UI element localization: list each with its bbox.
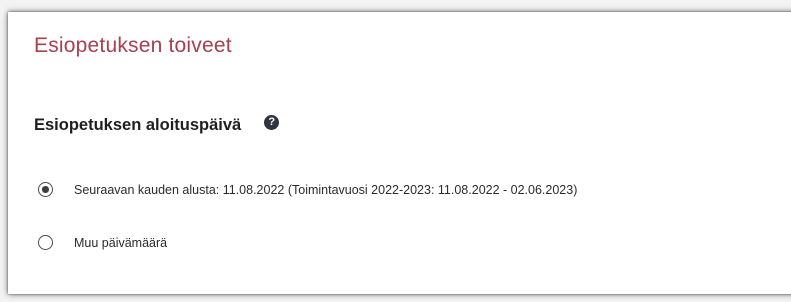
start-date-option-next-season[interactable]: Seuraavan kauden alusta: 11.08.2022 (Toi… [38,182,577,197]
start-date-heading: Esiopetuksen aloituspäivä [34,116,242,134]
option-label: Seuraavan kauden alusta: 11.08.2022 (Toi… [74,182,578,197]
start-date-heading-row: Esiopetuksen aloituspäivä ? [34,115,280,135]
section-title: Esiopetuksen toiveet [34,34,232,57]
help-icon[interactable]: ? [264,115,280,130]
radio-unchecked-icon[interactable] [38,235,53,250]
radio-checked-icon[interactable] [38,182,53,197]
option-label: Muu päivämäärä [74,235,168,250]
start-date-option-other-date[interactable]: Muu päivämäärä [38,235,167,250]
wishes-card: Esiopetuksen toiveet Esiopetuksen aloitu… [8,12,791,294]
